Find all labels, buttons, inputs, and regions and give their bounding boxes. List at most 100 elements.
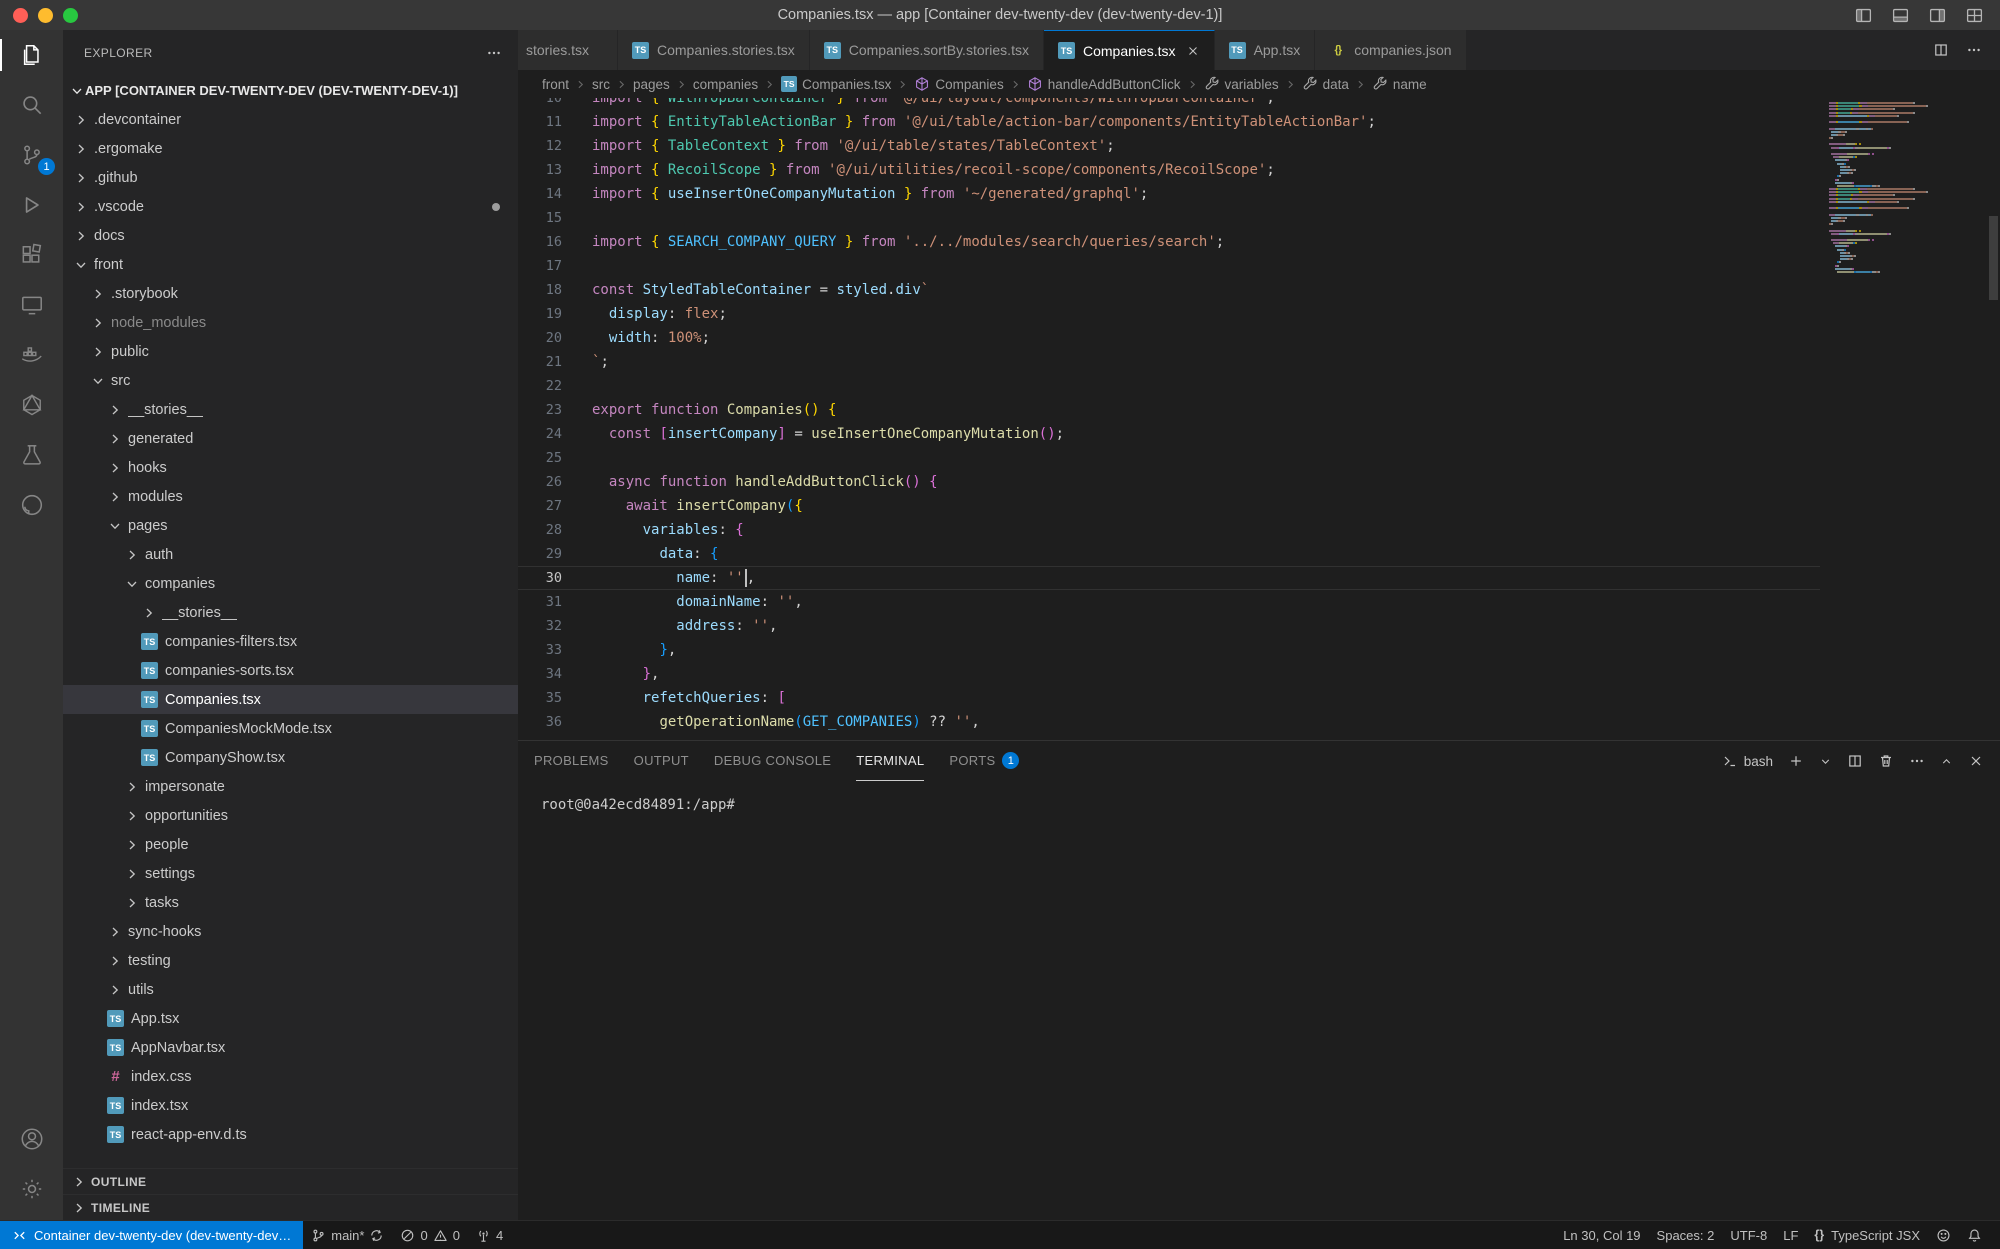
new-terminal-icon[interactable]: [1788, 753, 1804, 769]
indentation-setting[interactable]: Spaces: 2: [1649, 1221, 1723, 1249]
tree-folder-__stories__[interactable]: __stories__: [63, 598, 518, 627]
breadcrumb-item-front[interactable]: front: [540, 77, 571, 92]
tree-folder-testing[interactable]: testing: [63, 946, 518, 975]
eol-setting[interactable]: LF: [1775, 1221, 1806, 1249]
breadcrumb-item-Companies[interactable]: Companies: [912, 76, 1005, 92]
tree-folder-__stories__[interactable]: __stories__: [63, 395, 518, 424]
code-line-20[interactable]: 20 width: 100%;: [518, 326, 1820, 350]
tree-folder-modules[interactable]: modules: [63, 482, 518, 511]
tree-file-companies-sorts.tsx[interactable]: TScompanies-sorts.tsx: [63, 656, 518, 685]
tree-folder-companies[interactable]: companies: [63, 569, 518, 598]
tree-folder-public[interactable]: public: [63, 337, 518, 366]
tree-file-CompanyShow.tsx[interactable]: TSCompanyShow.tsx: [63, 743, 518, 772]
tree-file-companies-filters.tsx[interactable]: TScompanies-filters.tsx: [63, 627, 518, 656]
encoding-setting[interactable]: UTF-8: [1722, 1221, 1775, 1249]
code-line-17[interactable]: 17: [518, 254, 1820, 278]
panel-tab-debug-console[interactable]: DEBUG CONSOLE: [714, 741, 831, 781]
terminal-dropdown-icon[interactable]: [1819, 755, 1832, 768]
editor[interactable]: 10import { WithTopBarContainer } from '@…: [518, 98, 2000, 740]
activity-settings-icon[interactable]: [0, 1164, 63, 1214]
tab-stories.tsx[interactable]: stories.tsx: [518, 30, 618, 70]
tree-folder-.storybook[interactable]: .storybook: [63, 279, 518, 308]
language-mode[interactable]: {} TypeScript JSX: [1806, 1221, 1928, 1249]
tree-file-Companies.tsx[interactable]: TSCompanies.tsx: [63, 685, 518, 714]
cursor-position[interactable]: Ln 30, Col 19: [1555, 1221, 1648, 1249]
code-line-19[interactable]: 19 display: flex;: [518, 302, 1820, 326]
activity-account-icon[interactable]: [0, 1114, 63, 1164]
tree-folder-utils[interactable]: utils: [63, 975, 518, 1004]
editor-more-actions-icon[interactable]: [1966, 42, 1982, 58]
tree-folder-node_modules[interactable]: node_modules: [63, 308, 518, 337]
minimap[interactable]: [1829, 102, 1984, 274]
tab-Companies.tsx[interactable]: TSCompanies.tsx: [1044, 30, 1215, 70]
editor-scrollbar[interactable]: [1989, 216, 1998, 300]
terminal-shell-selector[interactable]: bash: [1722, 753, 1773, 769]
breadcrumb-item-pages[interactable]: pages: [631, 77, 672, 92]
activity-explorer-icon[interactable]: [0, 30, 63, 80]
tree-folder-impersonate[interactable]: impersonate: [63, 772, 518, 801]
activity-testing-icon[interactable]: [0, 430, 63, 480]
tab-App.tsx[interactable]: TSApp.tsx: [1215, 30, 1316, 70]
code-line-26[interactable]: 26 async function handleAddButtonClick()…: [518, 470, 1820, 494]
activity-docker-icon[interactable]: [0, 330, 63, 380]
code-line-28[interactable]: 28 variables: {: [518, 518, 1820, 542]
code-line-27[interactable]: 27 await insertCompany({: [518, 494, 1820, 518]
outline-section[interactable]: OUTLINE: [63, 1168, 518, 1194]
split-terminal-icon[interactable]: [1847, 753, 1863, 769]
breadcrumb-item-Companies.tsx[interactable]: TSCompanies.tsx: [779, 76, 893, 92]
tree-folder-front[interactable]: front: [63, 250, 518, 279]
branch-indicator[interactable]: main*: [303, 1221, 392, 1249]
close-panel-icon[interactable]: [1968, 753, 1984, 769]
code-line-11[interactable]: 11import { EntityTableActionBar } from '…: [518, 110, 1820, 134]
code-line-16[interactable]: 16import { SEARCH_COMPANY_QUERY } from '…: [518, 230, 1820, 254]
minimize-window-button[interactable]: [38, 8, 53, 23]
maximize-panel-icon[interactable]: [1940, 755, 1953, 768]
code-line-10[interactable]: 10import { WithTopBarContainer } from '@…: [518, 98, 1820, 110]
tree-folder-auth[interactable]: auth: [63, 540, 518, 569]
explorer-more-actions-icon[interactable]: [486, 45, 502, 61]
workspace-root-folder[interactable]: APP [CONTAINER DEV-TWENTY-DEV (DEV-TWENT…: [63, 76, 518, 105]
panel-more-actions-icon[interactable]: [1909, 753, 1925, 769]
tree-folder-docs[interactable]: docs: [63, 221, 518, 250]
toggle-panel-icon[interactable]: [1891, 6, 1910, 25]
activity-search-icon[interactable]: [0, 80, 63, 130]
breadcrumb-item-companies[interactable]: companies: [691, 77, 760, 92]
tree-folder-settings[interactable]: settings: [63, 859, 518, 888]
tree-folder-.devcontainer[interactable]: .devcontainer: [63, 105, 518, 134]
code-line-15[interactable]: 15: [518, 206, 1820, 230]
panel-tab-output[interactable]: OUTPUT: [634, 741, 689, 781]
activity-github-icon[interactable]: [0, 480, 63, 530]
breadcrumb-item-variables[interactable]: variables: [1202, 76, 1281, 92]
tree-file-react-app-env.d.ts[interactable]: TSreact-app-env.d.ts: [63, 1120, 518, 1149]
breadcrumb-item-handleAddButtonClick[interactable]: handleAddButtonClick: [1025, 76, 1183, 92]
code-line-30[interactable]: 30 name: '',: [518, 566, 1820, 590]
split-editor-icon[interactable]: [1933, 42, 1949, 58]
tree-folder-sync-hooks[interactable]: sync-hooks: [63, 917, 518, 946]
tree-folder-pages[interactable]: pages: [63, 511, 518, 540]
tree-folder-generated[interactable]: generated: [63, 424, 518, 453]
tree-file-App.tsx[interactable]: TSApp.tsx: [63, 1004, 518, 1033]
zoom-window-button[interactable]: [63, 8, 78, 23]
problems-indicator[interactable]: 0 0: [392, 1221, 467, 1249]
code-line-12[interactable]: 12import { TableContext } from '@/ui/tab…: [518, 134, 1820, 158]
tree-file-index.css[interactable]: #index.css: [63, 1062, 518, 1091]
code-line-22[interactable]: 22: [518, 374, 1820, 398]
terminal-output[interactable]: root@0a42ecd84891:/app#: [518, 781, 2000, 1220]
tab-companies.json[interactable]: {}companies.json: [1315, 30, 1466, 70]
panel-tab-terminal[interactable]: TERMINAL: [856, 741, 924, 781]
tree-folder-people[interactable]: people: [63, 830, 518, 859]
timeline-section[interactable]: TIMELINE: [63, 1194, 518, 1220]
tree-folder-.ergomake[interactable]: .ergomake: [63, 134, 518, 163]
code-line-35[interactable]: 35 refetchQueries: [: [518, 686, 1820, 710]
panel-tab-problems[interactable]: PROBLEMS: [534, 741, 609, 781]
tab-Companies.stories.tsx[interactable]: TSCompanies.stories.tsx: [618, 30, 810, 70]
code-line-33[interactable]: 33 },: [518, 638, 1820, 662]
tree-folder-.vscode[interactable]: .vscode: [63, 192, 518, 221]
code-line-32[interactable]: 32 address: '',: [518, 614, 1820, 638]
code-line-31[interactable]: 31 domainName: '',: [518, 590, 1820, 614]
code-line-29[interactable]: 29 data: {: [518, 542, 1820, 566]
code-line-34[interactable]: 34 },: [518, 662, 1820, 686]
close-tab-icon[interactable]: [1186, 44, 1200, 58]
kill-terminal-icon[interactable]: [1878, 753, 1894, 769]
toggle-primary-sidebar-icon[interactable]: [1854, 6, 1873, 25]
